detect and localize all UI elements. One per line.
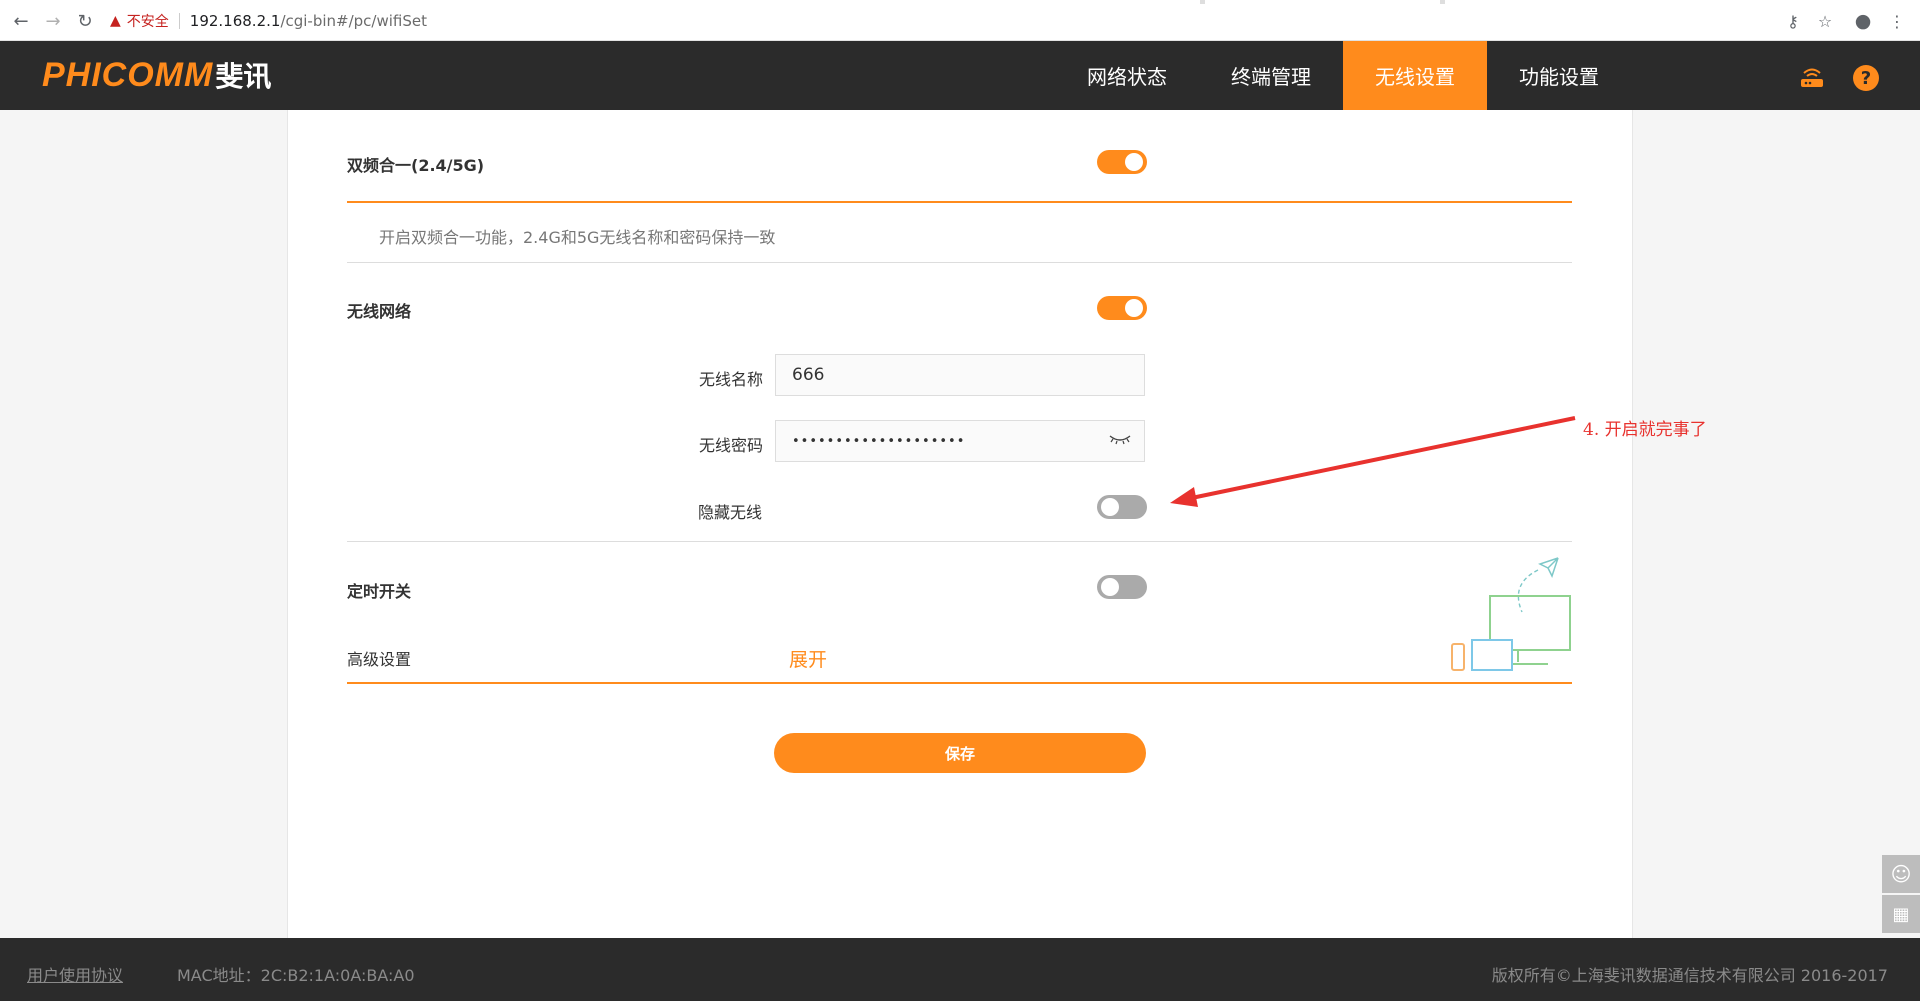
mac-address: MAC地址：2C:B2:1A:0A:BA:A0: [177, 966, 415, 985]
warning-icon: ▲: [110, 13, 121, 29]
menu-network-status[interactable]: 网络状态: [1055, 41, 1199, 110]
browser-toolbar: ← → ↻ ▲ 不安全 192.168.2.1/cgi-bin#/pc/wifi…: [0, 0, 1920, 41]
menu-feature-settings[interactable]: 功能设置: [1487, 41, 1631, 110]
footer: 用户使用协议 MAC地址：2C:B2:1A:0A:BA:A0 版权所有©上海斐讯…: [0, 938, 1920, 1001]
more-icon[interactable]: ⋮: [1886, 10, 1908, 32]
logo-cn: 斐讯: [215, 60, 272, 93]
copyright: 版权所有©上海斐讯数据通信技术有限公司 2016-2017: [1491, 966, 1888, 985]
url-path: /cgi-bin#/pc/wifiSet: [280, 12, 427, 30]
url-host: 192.168.2.1: [189, 12, 281, 30]
reload-icon[interactable]: ↻: [72, 8, 98, 34]
help-icon[interactable]: ?: [1853, 65, 1879, 91]
hide-ssid-label: 隐藏无线: [698, 503, 763, 522]
schedule-label: 定时开关: [347, 582, 412, 601]
divider: [347, 682, 1572, 684]
router-icon[interactable]: [1798, 63, 1826, 91]
dual-band-toggle[interactable]: [1097, 150, 1147, 174]
divider: [347, 541, 1572, 542]
star-icon[interactable]: ☆: [1814, 10, 1836, 32]
security-label: 不安全: [126, 14, 169, 30]
logo: PHICOMM 斐讯: [42, 55, 271, 95]
password-value: ••••••••••••••••••••: [792, 433, 966, 449]
devices-illustration: [1448, 550, 1574, 680]
logo-en: PHICOMM: [42, 55, 214, 94]
ssid-label: 无线名称: [698, 370, 763, 389]
support-icon[interactable]: ☺: [1882, 855, 1920, 893]
user-agreement-link[interactable]: 用户使用协议: [27, 962, 123, 986]
eye-closed-icon[interactable]: [1108, 432, 1132, 450]
password-label: 无线密码: [698, 436, 763, 455]
divider: [347, 262, 1572, 263]
annotation-arrow: [1170, 416, 1576, 507]
account-icon[interactable]: ●: [1852, 10, 1874, 32]
divider: [347, 201, 1572, 203]
main-menu: 网络状态 终端管理 无线设置 功能设置: [1055, 41, 1631, 110]
key-icon[interactable]: ⚷: [1782, 10, 1804, 32]
advanced-label: 高级设置: [347, 650, 412, 669]
hide-ssid-toggle[interactable]: [1097, 495, 1147, 519]
forward-icon[interactable]: →: [40, 8, 66, 34]
dual-band-description: 开启双频合一功能，2.4G和5G无线名称和密码保持一致: [379, 228, 776, 247]
ssid-input[interactable]: 666: [775, 354, 1145, 396]
wireless-toggle[interactable]: [1097, 296, 1147, 320]
expand-link[interactable]: 展开: [789, 645, 827, 672]
annotation-text: 4. 开启就完事了: [1583, 420, 1707, 440]
schedule-toggle[interactable]: [1097, 575, 1147, 599]
wireless-label: 无线网络: [347, 302, 412, 321]
save-button[interactable]: 保存: [774, 733, 1146, 773]
menu-device-management[interactable]: 终端管理: [1199, 41, 1343, 110]
address-bar[interactable]: ▲ 不安全 192.168.2.1/cgi-bin#/pc/wifiSet: [110, 6, 1800, 36]
ssid-value: 666: [792, 365, 825, 385]
password-input[interactable]: ••••••••••••••••••••: [775, 420, 1145, 462]
menu-wireless-settings[interactable]: 无线设置: [1343, 41, 1487, 110]
app-header: PHICOMM 斐讯 网络状态 终端管理 无线设置 功能设置 ?: [0, 41, 1920, 110]
tab-strip: [0, 0, 1920, 4]
dual-band-label: 双频合一(2.4/5G): [347, 156, 485, 175]
qrcode-icon[interactable]: ▦: [1882, 895, 1920, 933]
back-icon[interactable]: ←: [8, 8, 34, 34]
